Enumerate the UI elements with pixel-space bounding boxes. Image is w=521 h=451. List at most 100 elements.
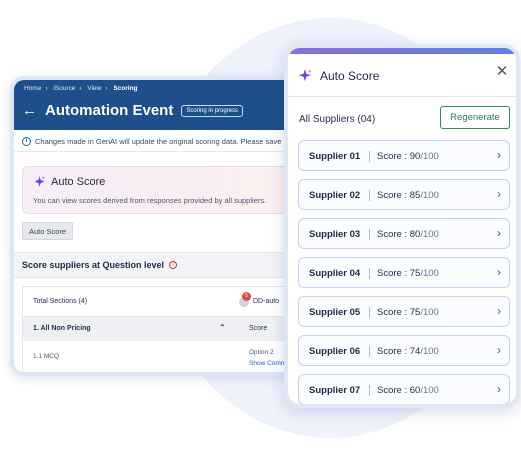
chevron-right-icon[interactable]: › xyxy=(497,187,501,201)
all-suppliers-label: All Suppliers (04) xyxy=(299,114,376,125)
chevron-right-icon[interactable]: › xyxy=(497,304,501,318)
supplier-card[interactable]: Supplier 03 Score : 80/100 › xyxy=(298,218,510,249)
close-icon[interactable]: ✕ xyxy=(494,64,510,80)
regenerate-button[interactable]: Regenerate xyxy=(440,106,510,129)
supplier-score: Score : 75/100 xyxy=(377,268,439,279)
breadcrumb-view[interactable]: View xyxy=(87,85,101,92)
auto-score-card: Auto Score You can view scores derived f… xyxy=(22,166,306,214)
panel-title: Auto Score xyxy=(320,68,380,83)
divider xyxy=(288,96,516,97)
supplier-card[interactable]: Supplier 01 Score : 90/100 › xyxy=(298,140,510,171)
question-name: 1.1 MCQ xyxy=(33,353,60,360)
score-value: 80 xyxy=(409,229,421,240)
supplier-card[interactable]: Supplier 02 Score : 85/100 › xyxy=(298,179,510,210)
score-label: Score : xyxy=(377,307,408,318)
supplier-card[interactable]: Supplier 07 Score : 60/100 › xyxy=(298,374,510,404)
avatar: 5 xyxy=(239,291,251,307)
chevron-right-icon[interactable]: › xyxy=(497,265,501,279)
section-header: Score suppliers at Question level i xyxy=(14,252,306,278)
info-text: Changes made in GenAI will update the or… xyxy=(35,137,282,146)
notification-badge: 5 xyxy=(242,291,251,301)
auto-score-panel: Auto Score ✕ All Suppliers (04) Regenera… xyxy=(284,44,520,408)
supplier-card[interactable]: Supplier 04 Score : 75/100 › xyxy=(298,257,510,288)
supplier-list: Supplier 01 Score : 90/100 › Supplier 02 Sco… xyxy=(298,140,510,404)
supplier-score: Score : 90/100 xyxy=(377,151,439,162)
supplier-name: Supplier 04 xyxy=(309,268,361,279)
supplier-name: Supplier 06 xyxy=(309,346,361,357)
screenshot-stage: Home › iSource › View › Scoring ← Automatio… xyxy=(0,0,521,451)
score-value: 75 xyxy=(409,268,421,279)
supplier-name: Supplier 01 xyxy=(309,151,361,162)
breadcrumb-isource[interactable]: iSource xyxy=(53,85,75,92)
table-header-row: Total Sections (4) 5 DD-auto xyxy=(23,287,306,317)
supplier-card[interactable]: Supplier 05 Score : 75/100 › xyxy=(298,296,510,327)
title-row: ← Automation Event Scoring in progress xyxy=(22,102,244,119)
score-value: 74 xyxy=(409,346,421,357)
breadcrumb: Home › iSource › View › Scoring xyxy=(24,85,138,92)
supplier-score: Score : 60/100 xyxy=(377,385,439,396)
auto-score-card-title: Auto Score xyxy=(51,175,106,188)
score-label: Score : xyxy=(377,229,408,240)
score-label: Score : xyxy=(377,151,408,162)
score-value: 85 xyxy=(409,190,421,201)
score-label: Score : xyxy=(377,268,408,279)
score-value: 75 xyxy=(409,307,421,318)
score-value: 90 xyxy=(409,151,421,162)
separator xyxy=(369,229,370,240)
score-max: /100 xyxy=(420,346,439,357)
table-row[interactable]: 1. All Non Pricing ⌃ Score xyxy=(23,317,306,341)
breadcrumb-separator: › xyxy=(79,85,82,92)
breadcrumb-scoring: Scoring xyxy=(113,85,138,92)
supplier-score: Score : 80/100 xyxy=(377,229,439,240)
panel-accent-strip xyxy=(288,48,516,54)
info-icon[interactable]: i xyxy=(169,261,178,269)
chevron-right-icon[interactable]: › xyxy=(497,226,501,240)
status-badge: Scoring in progress xyxy=(181,104,244,117)
answer-value: Option 2 xyxy=(249,349,274,356)
separator xyxy=(369,151,370,162)
scoring-window: Home › iSource › View › Scoring ← Automatio… xyxy=(10,76,310,376)
score-max: /100 xyxy=(420,190,439,201)
total-sections-header: Total Sections (4) xyxy=(33,298,88,305)
chevron-right-icon[interactable]: › xyxy=(497,343,501,357)
score-column-label: Score xyxy=(249,325,268,332)
separator xyxy=(369,268,370,279)
score-label: Score : xyxy=(377,346,408,357)
score-max: /100 xyxy=(420,307,439,318)
supplier-score: Score : 75/100 xyxy=(377,307,439,318)
chevron-up-icon[interactable]: ⌃ xyxy=(219,323,226,332)
separator xyxy=(369,190,370,201)
score-max: /100 xyxy=(420,385,439,396)
panel-header: Auto Score xyxy=(298,68,379,83)
score-label: Score : xyxy=(377,385,408,396)
supplier-column-name: DD-auto xyxy=(253,298,280,305)
score-max: /100 xyxy=(420,229,439,240)
supplier-column-header: 5 DD-auto xyxy=(239,291,280,307)
breadcrumb-separator: › xyxy=(105,85,108,92)
info-icon: i xyxy=(22,137,31,146)
sparkle-icon xyxy=(298,69,312,82)
supplier-card[interactable]: Supplier 06 Score : 74/100 › xyxy=(298,335,510,366)
page-title: Automation Event xyxy=(45,102,174,119)
score-label: Score : xyxy=(377,190,408,201)
separator xyxy=(369,346,370,357)
section-title: Score suppliers at Question level xyxy=(22,260,165,270)
back-arrow-icon[interactable]: ← xyxy=(22,103,37,118)
separator xyxy=(369,385,370,396)
app-header: Home › iSource › View › Scoring ← Automatio… xyxy=(14,80,306,130)
info-banner: i Changes made in GenAI will update the … xyxy=(14,132,306,152)
sparkle-icon xyxy=(34,176,45,187)
separator xyxy=(369,307,370,318)
supplier-score: Score : 85/100 xyxy=(377,190,439,201)
score-value: 60 xyxy=(409,385,421,396)
breadcrumb-separator: › xyxy=(45,85,48,92)
chevron-right-icon[interactable]: › xyxy=(497,148,501,162)
breadcrumb-home[interactable]: Home xyxy=(24,85,41,92)
supplier-name: Supplier 03 xyxy=(309,229,361,240)
score-max: /100 xyxy=(420,151,439,162)
section-name: 1. All Non Pricing xyxy=(33,325,91,332)
supplier-name: Supplier 07 xyxy=(309,385,361,396)
supplier-name: Supplier 02 xyxy=(309,190,361,201)
chevron-right-icon[interactable]: › xyxy=(497,382,501,396)
auto-score-button[interactable]: Auto Score xyxy=(22,222,74,240)
